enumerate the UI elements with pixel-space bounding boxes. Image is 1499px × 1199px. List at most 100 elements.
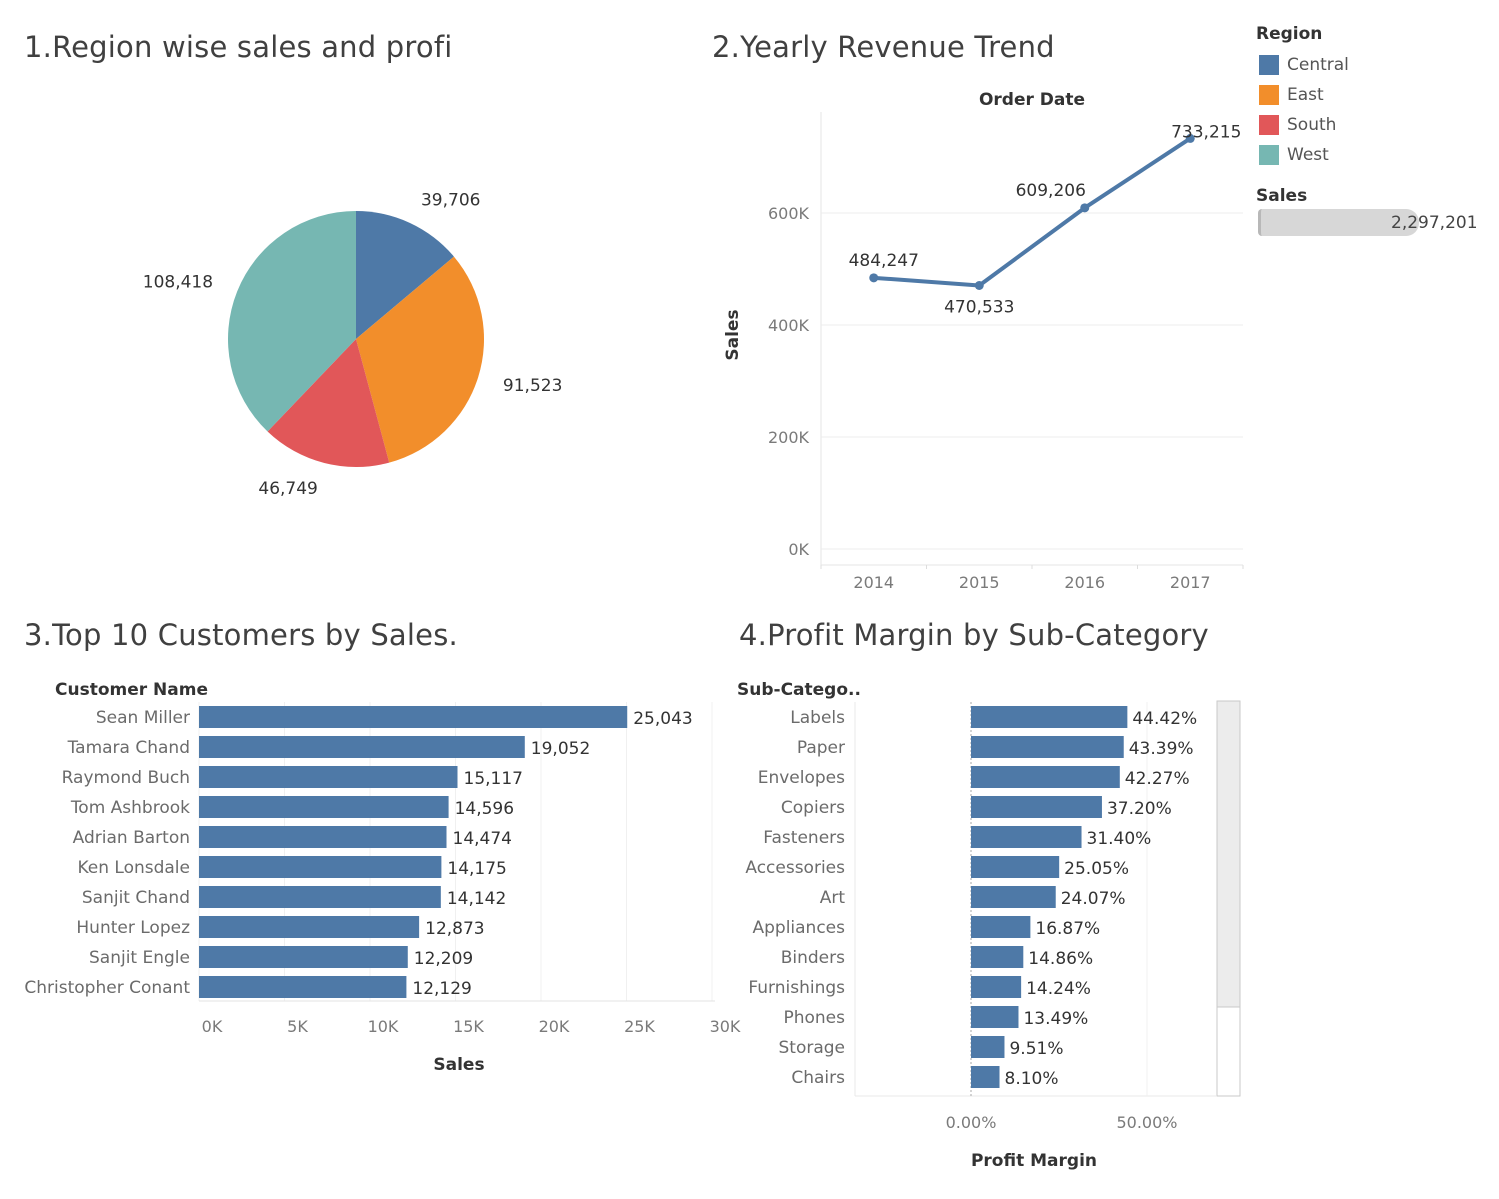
customer-sales-label: 15,117	[464, 769, 523, 789]
pie-slice-label: 91,523	[503, 376, 562, 396]
y-axis-title: Sales	[723, 309, 743, 360]
customer-sales-label: 12,129	[412, 979, 471, 999]
profit-margin-bar[interactable]	[971, 856, 1060, 878]
sub-category-label: Appliances	[752, 918, 845, 938]
dashboard-canvas: 39,706 91,523 46,749 108,418 Order Date 0K 200…	[24, 90, 1244, 1171]
customer-sales-bar[interactable]	[199, 976, 407, 998]
profit-margin-label: 42.27%	[1125, 769, 1190, 789]
x-tick-label: 2016	[1064, 573, 1105, 592]
profit-margin-bar[interactable]	[971, 796, 1102, 818]
x-tick-label: 2015	[959, 573, 1000, 592]
sub-category-header: Sub-Catego..	[737, 680, 861, 700]
x-tick-label: 25K	[624, 1017, 655, 1036]
profit-margin-bar[interactable]	[971, 976, 1022, 998]
profit-margin-label: 14.24%	[1026, 979, 1091, 999]
customer-sales-bar[interactable]	[199, 916, 420, 938]
customer-sales-label: 19,052	[531, 739, 590, 759]
sub-category-label: Labels	[790, 708, 845, 728]
customer-sales-bar[interactable]	[199, 796, 449, 818]
customer-name-label: Hunter Lopez	[76, 918, 190, 938]
y-tick-label: 600K	[768, 204, 810, 223]
x-tick-label: 10K	[368, 1017, 399, 1036]
y-tick-label: 400K	[768, 316, 810, 335]
sub-category-label: Paper	[797, 738, 845, 758]
customer-sales-bar[interactable]	[199, 886, 441, 908]
customer-name-label: Sanjit Chand	[82, 888, 190, 908]
scrollbar-thumb[interactable]	[1216, 700, 1241, 1008]
sub-category-label: Furnishings	[748, 978, 845, 998]
customer-sales-label: 14,175	[447, 859, 506, 879]
profit-margin-bar[interactable]	[971, 766, 1120, 788]
customer-sales-label: 14,596	[455, 799, 514, 819]
sub-category-label: Envelopes	[758, 768, 845, 788]
profit-margin-bar[interactable]	[971, 826, 1082, 848]
customer-sales-bar[interactable]	[199, 736, 525, 758]
x-tick-label: 0.00%	[946, 1113, 997, 1132]
profit-margin-label: 13.49%	[1023, 1009, 1088, 1029]
customer-sales-bar[interactable]	[199, 706, 628, 728]
x-tick-label: 2014	[853, 573, 894, 592]
sub-category-label: Copiers	[781, 798, 845, 818]
profit-margin-label: 31.40%	[1087, 829, 1152, 849]
profit-margin-bar[interactable]	[971, 1006, 1019, 1028]
pie-slice-label: 39,706	[421, 190, 480, 210]
x-tick-label: 15K	[453, 1017, 484, 1036]
profit-margin-label: 14.86%	[1028, 949, 1093, 969]
customer-sales-label: 25,043	[633, 709, 692, 729]
x-axis-title: Profit Margin	[971, 1151, 1097, 1171]
x-tick-label: 20K	[539, 1017, 570, 1036]
x-tick-label: 2017	[1170, 573, 1211, 592]
customer-sales-label: 12,873	[425, 919, 484, 939]
y-tick-label: 200K	[768, 428, 810, 447]
sales-trend-line	[873, 136, 1192, 288]
x-tick-label: 50.00%	[1116, 1113, 1177, 1132]
profit-margin-bar[interactable]	[971, 916, 1031, 938]
line-point[interactable]	[1080, 203, 1090, 213]
profit-margin-label: 43.39%	[1129, 739, 1194, 759]
profit-margin-label: 37.20%	[1107, 799, 1172, 819]
customer-name-label: Tamara Chand	[67, 738, 190, 758]
profit-margin-label: 44.42%	[1132, 709, 1197, 729]
profit-margin-bar[interactable]	[971, 886, 1056, 908]
profit-margin-bar[interactable]	[971, 706, 1128, 728]
customer-sales-bar[interactable]	[199, 946, 408, 968]
pie-slice-label: 108,418	[143, 273, 213, 293]
customer-sales-label: 12,209	[414, 949, 473, 969]
profit-margin-label: 25.05%	[1064, 859, 1129, 879]
line-point[interactable]	[869, 273, 879, 283]
x-axis-title: Sales	[433, 1055, 484, 1075]
profit-margin-bar[interactable]	[971, 1036, 1005, 1058]
profit-margin-bar[interactable]	[971, 1066, 1000, 1088]
profit-margin-label: 9.51%	[1009, 1039, 1063, 1059]
customer-name-label: Ken Lonsdale	[77, 858, 190, 878]
line-point-label: 733,215	[1171, 122, 1241, 142]
line-point-label: 470,533	[944, 298, 1014, 318]
customer-name-label: Sanjit Engle	[89, 948, 190, 968]
customer-sales-bar[interactable]	[199, 766, 458, 788]
x-tick-label: 5K	[287, 1017, 308, 1036]
sub-category-label: Storage	[778, 1038, 845, 1058]
sub-category-label: Art	[820, 888, 846, 908]
customer-name-header: Customer Name	[55, 680, 208, 700]
customer-name-label: Raymond Buch	[62, 768, 190, 788]
sub-category-label: Phones	[783, 1008, 845, 1028]
line-point-label: 609,206	[1016, 181, 1086, 201]
profit-margin-label: 16.87%	[1035, 919, 1100, 939]
x-tick-label: 30K	[710, 1017, 741, 1036]
customer-name-label: Sean Miller	[96, 708, 190, 728]
profit-margin-label: 24.07%	[1061, 889, 1126, 909]
customer-name-label: Christopher Conant	[24, 978, 190, 998]
customer-sales-bar[interactable]	[199, 826, 447, 848]
profit-margin-bar[interactable]	[971, 736, 1124, 758]
sub-category-label: Fasteners	[763, 828, 845, 848]
x-tick-label: 0K	[202, 1017, 223, 1036]
profit-margin-bar[interactable]	[971, 946, 1024, 968]
customer-sales-label: 14,474	[453, 829, 512, 849]
profit-margin-label: 8.10%	[1005, 1069, 1059, 1089]
line-point[interactable]	[974, 281, 984, 291]
sub-category-label: Accessories	[745, 858, 845, 878]
customer-sales-bar[interactable]	[199, 856, 442, 878]
line-point-label: 484,247	[849, 251, 919, 271]
customer-sales-label: 14,142	[447, 889, 506, 909]
pie-slice-label: 46,749	[258, 479, 317, 499]
